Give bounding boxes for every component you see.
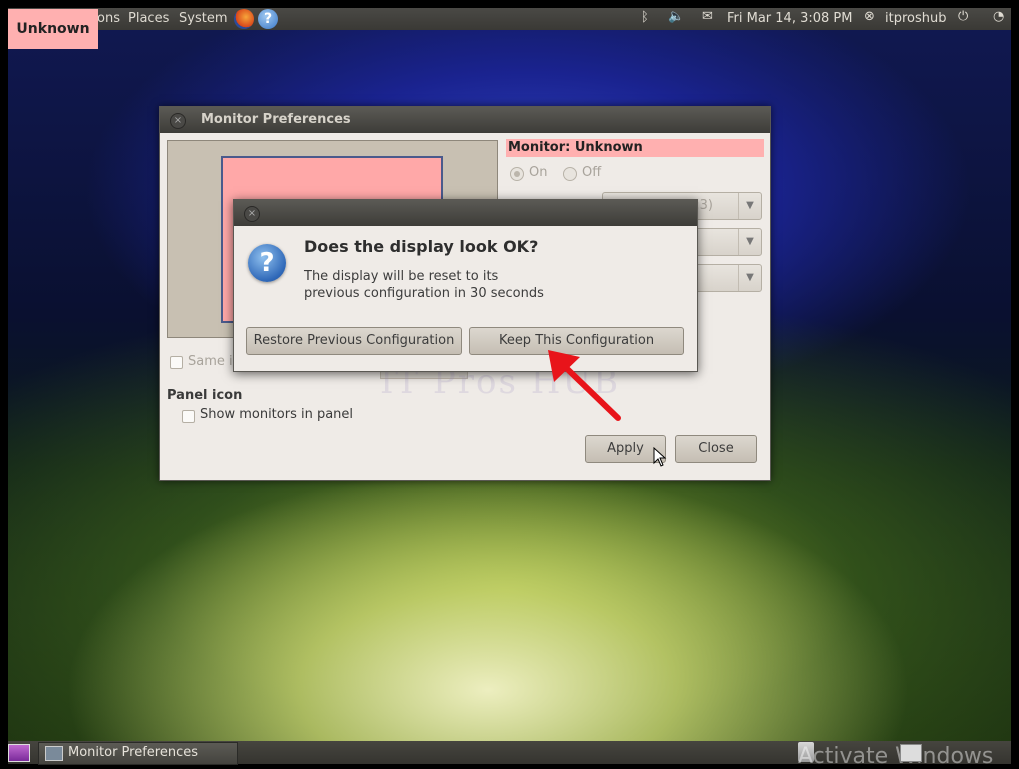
places-menu[interactable]: Places	[128, 11, 169, 26]
off-radio[interactable]	[563, 167, 577, 181]
show-monitors-checkbox[interactable]	[182, 410, 195, 423]
help-icon[interactable]: ?	[258, 9, 278, 29]
firefox-icon[interactable]	[234, 9, 254, 29]
dialog-close-icon[interactable]: ×	[244, 206, 260, 222]
user-name[interactable]: itproshub	[885, 11, 946, 26]
applications-menu[interactable]: ons	[97, 11, 120, 26]
clock[interactable]: Fri Mar 14, 3:08 PM	[727, 11, 852, 26]
red-arrow-annotation	[548, 350, 621, 421]
panel-icon-heading: Panel icon	[167, 388, 243, 403]
user-icon: ⊗	[864, 9, 875, 24]
restore-previous-button[interactable]: Restore Previous Configuration	[246, 327, 462, 355]
workspace-switcher-icon[interactable]	[900, 744, 922, 762]
off-label: Off	[582, 165, 602, 180]
bluetooth-icon[interactable]: ᛒ	[641, 10, 649, 25]
window-close-icon[interactable]: ×	[170, 113, 186, 129]
volume-icon[interactable]: 🔈	[668, 9, 684, 24]
dialog-message-line2: previous configuration in 30 seconds	[304, 286, 544, 301]
dialog-titlebar[interactable]: ×	[234, 200, 697, 226]
monitor-icon	[45, 746, 63, 761]
show-desktop-icon[interactable]	[8, 744, 30, 762]
dialog-message-line1: The display will be reset to its	[304, 269, 499, 284]
question-icon: ?	[248, 244, 286, 282]
show-monitors-label: Show monitors in panel	[200, 407, 354, 422]
unknown-overlay-tag: Unknown	[8, 9, 98, 49]
network-icon[interactable]: ◔	[993, 9, 1004, 24]
taskbar-label: Monitor Preferences	[68, 745, 199, 760]
on-label: On	[529, 165, 548, 180]
chevron-down-icon: ▼	[738, 229, 761, 255]
mouse-cursor-icon	[653, 447, 667, 467]
mail-icon[interactable]: ✉	[702, 9, 713, 24]
monitor-label: Monitor: Unknown	[506, 139, 764, 157]
same-image-label: Same i	[188, 354, 233, 369]
window-titlebar[interactable]: × Monitor Preferences	[160, 107, 770, 133]
chevron-down-icon: ▼	[738, 193, 761, 219]
system-menu[interactable]: System	[179, 11, 227, 26]
dialog-title: Does the display look OK?	[304, 237, 539, 256]
close-button[interactable]: Close	[675, 435, 757, 463]
dialog-message: The display will be reset to its previou…	[304, 268, 544, 302]
activate-windows-watermark: Activate Windows	[798, 744, 994, 769]
chevron-down-icon: ▼	[738, 265, 761, 291]
same-image-checkbox[interactable]	[170, 356, 183, 369]
top-panel: ons Places System	[8, 8, 1011, 30]
window-title: Monitor Preferences	[201, 112, 351, 127]
taskbar-monitor-preferences[interactable]: Monitor Preferences	[38, 742, 238, 765]
on-radio[interactable]	[510, 167, 524, 181]
power-icon[interactable]: ⏻	[958, 9, 968, 24]
